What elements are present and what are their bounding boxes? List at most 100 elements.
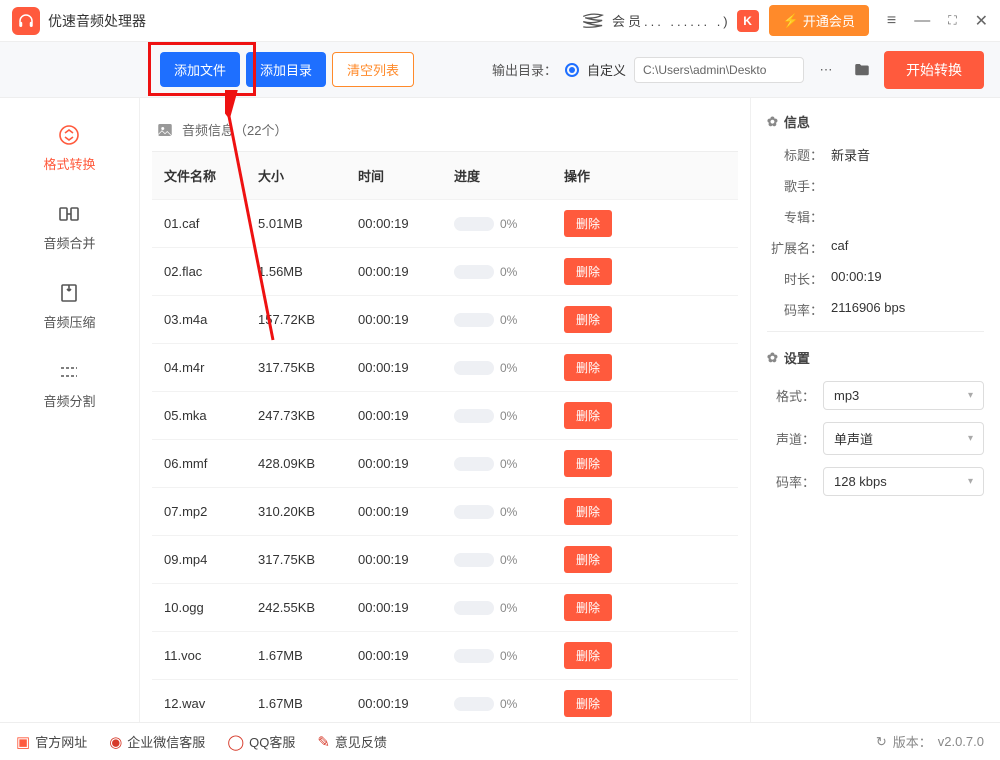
cell-size: 1.56MB — [258, 264, 358, 279]
cell-size: 1.67MB — [258, 696, 358, 711]
cell-name: 05.mka — [158, 408, 258, 423]
delete-button[interactable]: 删除 — [564, 354, 612, 381]
info-rate-k: 码率： — [767, 300, 823, 319]
wecom-support-link[interactable]: ◉企业微信客服 — [109, 732, 205, 751]
version-info: ↻ 版本： v2.0.7.0 — [876, 732, 984, 751]
more-icon[interactable]: ⋯ — [812, 56, 840, 84]
info-ext-k: 扩展名： — [767, 238, 823, 257]
qq-label: QQ客服 — [249, 732, 295, 751]
toolbar: 添加文件 添加目录 清空列表 输出目录： 自定义 ⋯ 开始转换 — [0, 42, 1000, 98]
image-icon — [156, 121, 174, 139]
output-path-input[interactable] — [634, 57, 804, 83]
delete-button[interactable]: 删除 — [564, 450, 612, 477]
file-list-panel: 音频信息（22个） 文件名称 大小 时间 进度 操作 01.caf5.01MB0… — [140, 98, 750, 722]
cell-progress: 0% — [454, 217, 564, 231]
settings-title-text: 设置 — [784, 348, 810, 367]
custom-dir-label: 自定义 — [587, 60, 626, 79]
footer: ▣官方网址 ◉企业微信客服 ◯QQ客服 ✎ 意见反馈 ↻ 版本： v2.0.7.0 — [0, 722, 1000, 760]
list-header: 音频信息（22个） — [152, 112, 738, 151]
delete-button[interactable]: 删除 — [564, 690, 612, 717]
cell-name: 07.mp2 — [158, 504, 258, 519]
cell-progress: 0% — [454, 457, 564, 471]
progress-track — [454, 553, 494, 567]
output-dir-label: 输出目录： — [492, 60, 557, 79]
add-file-button[interactable]: 添加文件 — [160, 52, 240, 87]
sidebar-item-merge[interactable]: 音频合并 — [43, 201, 95, 252]
col-op: 操作 — [564, 166, 634, 185]
bitrate-select[interactable]: 128 kbps▾ — [823, 467, 984, 496]
table-row[interactable]: 11.voc1.67MB00:00:190%删除 — [152, 632, 738, 680]
folder-icon[interactable] — [848, 56, 876, 84]
feedback-link[interactable]: ✎ 意见反馈 — [317, 732, 387, 751]
info-title-text: 信息 — [784, 112, 810, 131]
col-size: 大小 — [258, 166, 358, 185]
delete-button[interactable]: 删除 — [564, 546, 612, 573]
delete-button[interactable]: 删除 — [564, 210, 612, 237]
delete-button[interactable]: 删除 — [564, 498, 612, 525]
add-dir-button[interactable]: 添加目录 — [246, 52, 326, 87]
table-row[interactable]: 01.caf5.01MB00:00:190%删除 — [152, 200, 738, 248]
progress-track — [454, 601, 494, 615]
open-vip-button[interactable]: ⚡ 开通会员 — [769, 5, 869, 36]
col-time: 时间 — [358, 166, 454, 185]
sidebar-item-split[interactable]: 音频分割 — [43, 359, 95, 410]
format-select[interactable]: mp3▾ — [823, 381, 984, 410]
app-logo — [12, 7, 40, 35]
cell-time: 00:00:19 — [358, 696, 454, 711]
gear-icon: ✿ — [767, 350, 778, 366]
cell-progress: 0% — [454, 409, 564, 423]
sidebar-label: 格式转换 — [43, 154, 95, 173]
sidebar-label: 音频压缩 — [43, 312, 95, 331]
split-icon — [56, 359, 82, 385]
table-row[interactable]: 05.mka247.73KB00:00:190%删除 — [152, 392, 738, 440]
progress-track — [454, 649, 494, 663]
table-header-row: 文件名称 大小 时间 进度 操作 — [152, 152, 738, 200]
file-table: 文件名称 大小 时间 进度 操作 01.caf5.01MB00:00:190%删… — [152, 151, 738, 722]
sidebar-item-format[interactable]: 格式转换 — [43, 122, 95, 173]
refresh-icon[interactable]: ↻ — [876, 734, 887, 750]
delete-button[interactable]: 删除 — [564, 642, 612, 669]
settings-section-title: ✿ 设置 — [767, 348, 984, 367]
progress-text: 0% — [500, 265, 517, 279]
progress-text: 0% — [500, 697, 517, 711]
list-header-text: 音频信息（22个） — [182, 120, 287, 139]
delete-button[interactable]: 删除 — [564, 306, 612, 333]
maximize-icon[interactable]: ⛶ — [948, 13, 956, 28]
table-row[interactable]: 07.mp2310.20KB00:00:190%删除 — [152, 488, 738, 536]
table-row[interactable]: 03.m4a157.72KB00:00:190%删除 — [152, 296, 738, 344]
cell-progress: 0% — [454, 697, 564, 711]
sidebar-item-compress[interactable]: 音频压缩 — [43, 280, 95, 331]
start-convert-button[interactable]: 开始转换 — [884, 51, 984, 89]
progress-track — [454, 457, 494, 471]
member-text: 会员... ...... .) — [612, 11, 731, 30]
menu-icon[interactable]: ≡ — [887, 12, 896, 30]
feedback-label: 意见反馈 — [335, 732, 387, 751]
table-row[interactable]: 10.ogg242.55KB00:00:190%删除 — [152, 584, 738, 632]
table-row[interactable]: 12.wav1.67MB00:00:190%删除 — [152, 680, 738, 722]
cell-name: 09.mp4 — [158, 552, 258, 567]
progress-track — [454, 697, 494, 711]
channel-select[interactable]: 单声道▾ — [823, 422, 984, 455]
feedback-icon: ✎ — [317, 733, 330, 751]
qq-support-link[interactable]: ◯QQ客服 — [227, 732, 295, 751]
table-row[interactable]: 09.mp4317.75KB00:00:190%删除 — [152, 536, 738, 584]
close-icon[interactable]: ✕ — [975, 11, 988, 31]
minimize-icon[interactable]: — — [914, 12, 930, 30]
table-row[interactable]: 02.flac1.56MB00:00:190%删除 — [152, 248, 738, 296]
custom-dir-radio[interactable] — [565, 63, 579, 77]
info-ext-v: caf — [831, 238, 848, 257]
official-site-link[interactable]: ▣官方网址 — [16, 732, 87, 751]
vip-icon: ⚡ — [783, 13, 799, 29]
cell-progress: 0% — [454, 553, 564, 567]
info-artist-k: 歌手： — [767, 176, 823, 195]
delete-button[interactable]: 删除 — [564, 258, 612, 285]
table-row[interactable]: 06.mmf428.09KB00:00:190%删除 — [152, 440, 738, 488]
vip-button-label: 开通会员 — [803, 11, 855, 30]
cell-name: 02.flac — [158, 264, 258, 279]
clear-list-button[interactable]: 清空列表 — [332, 52, 414, 87]
delete-button[interactable]: 删除 — [564, 402, 612, 429]
table-row[interactable]: 04.m4r317.75KB00:00:190%删除 — [152, 344, 738, 392]
delete-button[interactable]: 删除 — [564, 594, 612, 621]
cell-size: 247.73KB — [258, 408, 358, 423]
vip-badge-icon: K — [737, 10, 759, 32]
